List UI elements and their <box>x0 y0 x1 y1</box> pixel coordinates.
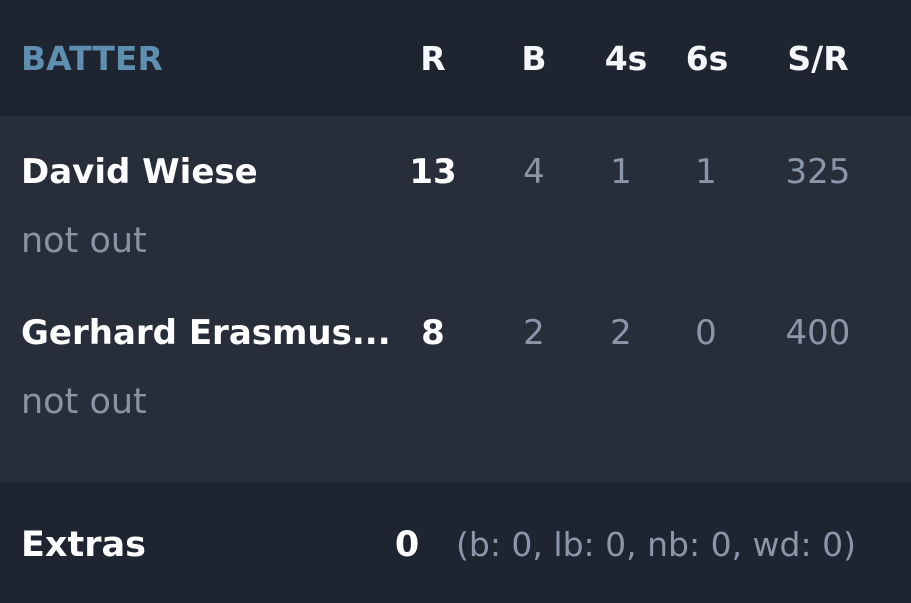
strike-rate-column-header: S/R <box>787 39 849 78</box>
batter-name[interactable]: David Wiese <box>21 155 258 189</box>
batter-balls: 4 <box>523 152 545 192</box>
extras-total: 0 <box>394 525 420 565</box>
runs-column-header: R <box>420 39 446 78</box>
batter-status: not out <box>21 221 147 261</box>
batter-runs: 8 <box>421 313 445 353</box>
extras-breakdown: (b: 0, lb: 0, nb: 0, wd: 0) <box>456 525 856 564</box>
batter-balls: 2 <box>523 313 545 353</box>
batter-sixes: 1 <box>695 152 717 192</box>
batter-name[interactable]: Gerhard Erasmus... <box>21 316 391 350</box>
batter-sixes: 0 <box>695 313 717 353</box>
scorecard-header: BATTER R B 4s 6s S/R <box>0 0 911 116</box>
batter-strike-rate: 400 <box>785 313 851 353</box>
batting-scorecard: BATTER R B 4s 6s S/R David Wiese not out… <box>0 0 911 603</box>
batter-strike-rate: 325 <box>785 152 851 192</box>
extras-label: Extras <box>21 525 146 565</box>
batter-column-label: BATTER <box>21 39 163 78</box>
batter-status: not out <box>21 382 147 422</box>
balls-column-header: B <box>521 39 547 78</box>
sixes-column-header: 6s <box>685 39 729 78</box>
batter-runs: 13 <box>409 152 457 192</box>
